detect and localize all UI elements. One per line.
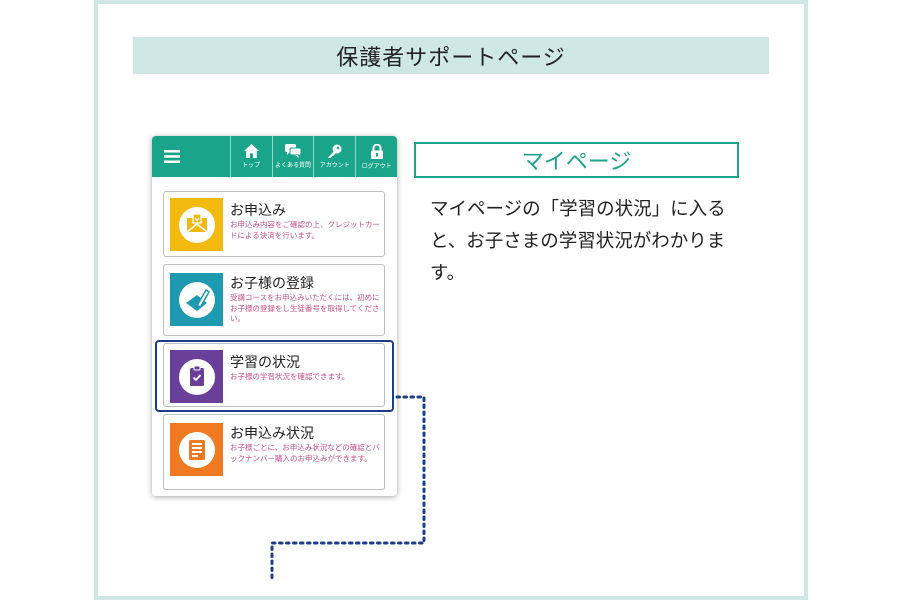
mypage-description: マイページの「学習の状況」に入ると、お子さまの学習状況がわかります。 [430, 199, 726, 284]
dotted-connector [270, 395, 426, 580]
mypage-heading: マイページ [414, 142, 739, 178]
